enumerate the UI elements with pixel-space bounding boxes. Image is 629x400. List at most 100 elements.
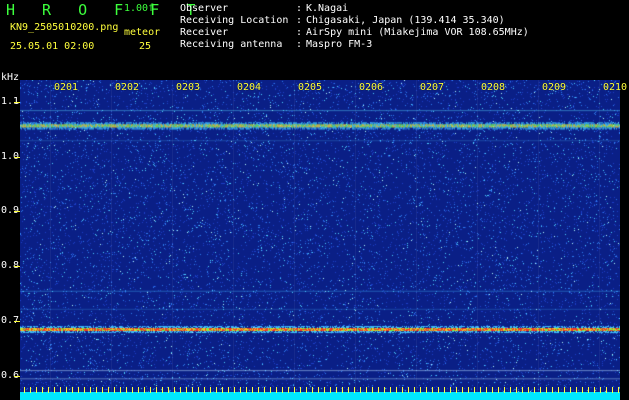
- bottom-tick-mark: [570, 387, 571, 393]
- bottom-tick-mark: [588, 387, 589, 393]
- bottom-tick-mark: [192, 387, 193, 393]
- bottom-tick-mark: [300, 387, 301, 393]
- bottom-tick-mark: [324, 387, 325, 393]
- bottom-tick-mark: [432, 387, 433, 393]
- spectrogram-plot: [20, 80, 620, 392]
- bottom-tick-mark: [486, 387, 487, 393]
- bottom-tick-mark: [312, 387, 313, 393]
- bottom-tick-mark: [384, 387, 385, 393]
- x-grid-line: [111, 80, 112, 392]
- bottom-tick-mark: [348, 387, 349, 393]
- bottom-tick-mark: [438, 387, 439, 393]
- x-grid-line: [599, 80, 600, 392]
- bottom-tick-mark: [246, 387, 247, 393]
- info-colon: :: [296, 15, 303, 26]
- x-tick-label: 0209: [542, 82, 567, 93]
- bottom-tick-mark: [540, 387, 541, 393]
- bottom-tick-mark: [240, 387, 241, 393]
- bottom-tick-mark: [372, 387, 373, 393]
- bottom-tick-mark: [30, 387, 31, 393]
- info-label-location: Receiving Location: [180, 15, 289, 26]
- bottom-tick-mark: [552, 387, 553, 393]
- bottom-tick-mark: [534, 387, 535, 393]
- bottom-tick-mark: [390, 387, 391, 393]
- bottom-tick-mark: [222, 387, 223, 393]
- bottom-tick-mark: [264, 387, 265, 393]
- bottom-tick-mark: [150, 387, 151, 393]
- x-tick-label: 0203: [176, 82, 201, 93]
- x-tick-label: 0206: [359, 82, 384, 93]
- bottom-tick-mark: [186, 387, 187, 393]
- bottom-tick-mark: [576, 387, 577, 393]
- bottom-tick-mark: [462, 387, 463, 393]
- bottom-tick-mark: [90, 387, 91, 393]
- bottom-tick-mark: [354, 387, 355, 393]
- x-grid-line: [294, 80, 295, 392]
- bottom-tick-mark: [96, 387, 97, 393]
- bottom-tick-mark: [336, 387, 337, 393]
- bottom-tick-mark: [198, 387, 199, 393]
- spectrogram-canvas: [20, 80, 620, 392]
- y-axis-unit: kHz: [1, 72, 20, 83]
- bottom-tick-mark: [126, 387, 127, 393]
- bottom-tick-mark: [168, 387, 169, 393]
- bottom-tick-mark: [522, 387, 523, 393]
- x-grid-line: [233, 80, 234, 392]
- time-baseline-bar: [20, 392, 620, 400]
- app-logo: H R O F F T: [6, 1, 205, 19]
- bottom-tick-mark: [294, 387, 295, 393]
- bottom-tick-mark: [114, 387, 115, 393]
- x-tick-label: 0208: [481, 82, 506, 93]
- bottom-tick-mark: [102, 387, 103, 393]
- info-label-receiver: Receiver: [180, 27, 229, 38]
- bottom-tick-mark: [216, 387, 217, 393]
- bottom-tick-mark: [342, 387, 343, 393]
- bottom-tick-mark: [276, 387, 277, 393]
- bottom-tick-mark: [564, 387, 565, 393]
- info-value-observer: K.Nagai: [306, 3, 349, 14]
- bottom-tick-mark: [258, 387, 259, 393]
- version-label: 1.00f: [124, 3, 155, 14]
- bottom-tick-mark: [282, 387, 283, 393]
- bottom-tick-mark: [408, 387, 409, 393]
- bottom-tick-mark: [396, 387, 397, 393]
- bottom-tick-mark: [618, 387, 619, 393]
- bottom-tick-mark: [498, 387, 499, 393]
- info-colon: :: [296, 39, 303, 50]
- meteor-label: meteor: [124, 27, 161, 38]
- x-grid-line: [538, 80, 539, 392]
- bottom-tick-mark: [582, 387, 583, 393]
- bottom-tick-mark: [288, 387, 289, 393]
- bottom-tick-mark: [54, 387, 55, 393]
- x-tick-label: 0210: [603, 82, 628, 93]
- bottom-tick-mark: [420, 387, 421, 393]
- bottom-tick-mark: [174, 387, 175, 393]
- bottom-tick-mark: [528, 387, 529, 393]
- bottom-tick-mark: [138, 387, 139, 393]
- bottom-tick-mark: [144, 387, 145, 393]
- bottom-tick-mark: [444, 387, 445, 393]
- info-colon: :: [296, 3, 303, 14]
- file-name: KN9_2505010200.png: [10, 22, 119, 33]
- bottom-tick-mark: [546, 387, 547, 393]
- bottom-tick-mark: [24, 387, 25, 393]
- bottom-tick-mark: [366, 387, 367, 393]
- info-value-antenna: Maspro FM-3: [306, 39, 373, 50]
- info-value-receiver: AirSpy mini (Miakejima VOR 108.65MHz): [306, 27, 529, 38]
- x-tick-label: 0207: [420, 82, 445, 93]
- bottom-tick-mark: [72, 387, 73, 393]
- x-grid-line: [477, 80, 478, 392]
- x-tick-label: 0205: [298, 82, 323, 93]
- datetime-label: 25.05.01 02:00: [10, 41, 95, 52]
- bottom-tick-mark: [612, 387, 613, 393]
- x-grid-line: [355, 80, 356, 392]
- y-axis: kHz 1.1 1.0 0.9 0.8 0.7 0.6: [0, 72, 20, 400]
- bottom-tick-mark: [234, 387, 235, 393]
- bottom-tick-mark: [414, 387, 415, 393]
- bottom-tick-mark: [600, 387, 601, 393]
- bottom-tick-mark: [468, 387, 469, 393]
- bottom-tick-mark: [378, 387, 379, 393]
- bottom-tick-mark: [474, 387, 475, 393]
- bottom-tick-mark: [318, 387, 319, 393]
- bottom-tick-mark: [204, 387, 205, 393]
